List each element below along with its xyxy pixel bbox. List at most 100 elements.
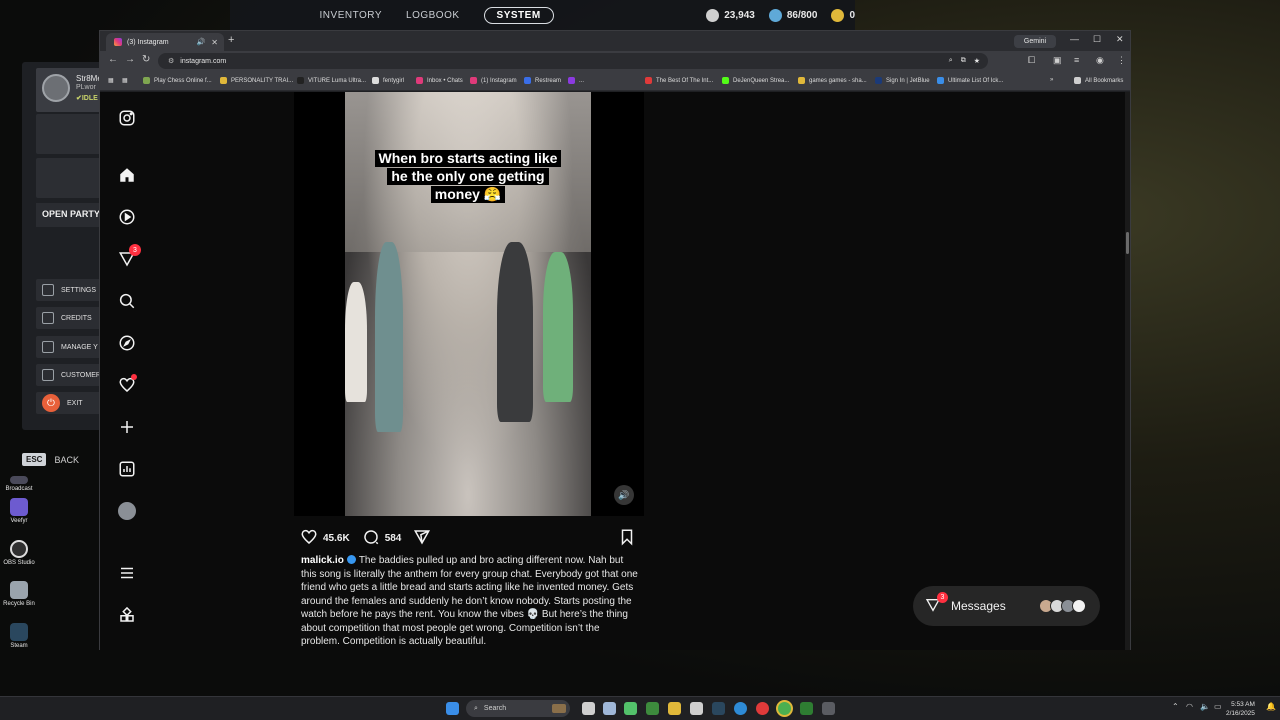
audio-icon[interactable]: 🔊 — [197, 38, 206, 46]
install-icon[interactable]: ⧉ — [961, 57, 966, 65]
bookmark-item[interactable]: DeJenQueen Strea... — [722, 77, 789, 84]
maximize-button[interactable]: ☐ — [1093, 34, 1101, 45]
bookmark-favicon — [143, 77, 150, 84]
edge-icon[interactable] — [734, 702, 747, 715]
apps-icon[interactable]: ▦ — [108, 77, 114, 84]
profile-avatar-icon[interactable] — [118, 502, 136, 520]
taskbar-search[interactable]: ⌕ Search — [466, 700, 570, 717]
app-icon[interactable] — [603, 702, 616, 715]
menu-slot[interactable] — [36, 114, 106, 154]
bookmark-item[interactable]: Ultimate List Of Ick... — [937, 77, 1003, 84]
desktop-icon-recycle-bin[interactable]: Recycle Bin — [2, 581, 36, 607]
menu-slot[interactable] — [36, 158, 106, 198]
desktop-icon-veefyr[interactable]: Veefyr — [2, 498, 36, 524]
reels-icon[interactable] — [118, 208, 136, 226]
chrome-icon[interactable] — [778, 702, 791, 715]
app-icon[interactable] — [822, 702, 835, 715]
messages-button[interactable]: 3 Messages — [913, 586, 1100, 626]
share-icon[interactable] — [413, 528, 431, 549]
credits-button[interactable]: CREDITS — [36, 307, 106, 329]
extensions-icon[interactable]: ⧠ — [1028, 55, 1035, 66]
bookmark-item[interactable]: The Best Of The Int... — [645, 77, 713, 84]
close-tab-icon[interactable]: ✕ — [211, 38, 218, 47]
close-window-button[interactable]: ✕ — [1116, 34, 1124, 45]
bookmark-item[interactable]: Play Chess Online f... — [143, 77, 212, 84]
app-icon[interactable] — [690, 702, 703, 715]
create-plus-icon[interactable] — [118, 418, 136, 436]
search-icon[interactable] — [118, 292, 136, 310]
back-arrow-icon[interactable]: ← — [108, 54, 118, 65]
tray-chevron-icon[interactable]: ⌃ — [1172, 702, 1179, 711]
insights-icon[interactable] — [118, 460, 136, 478]
tab-logbook[interactable]: LOGBOOK — [406, 10, 460, 21]
reel-video-player[interactable]: When bro starts acting like he the only … — [294, 92, 644, 516]
manage-button[interactable]: MANAGE Y — [36, 336, 106, 358]
bookmark-item[interactable]: ... — [568, 77, 584, 84]
menu-dots-icon[interactable]: ⋮ — [1117, 55, 1126, 66]
post-username[interactable]: malick.io — [301, 555, 344, 566]
profile-icon[interactable]: ◉ — [1096, 55, 1104, 66]
bookmark-star-icon[interactable]: ★ — [974, 57, 980, 65]
scrollbar-thumb[interactable] — [1126, 232, 1129, 254]
new-tab-button[interactable]: + — [228, 34, 234, 46]
bookmark-item[interactable]: Restream — [524, 77, 561, 84]
zoom-icon[interactable]: ⌕ — [949, 57, 953, 65]
wifi-icon[interactable]: ◠ — [1186, 702, 1193, 711]
excel-icon[interactable] — [800, 702, 813, 715]
save-bookmark-icon[interactable] — [618, 528, 636, 549]
customer-button[interactable]: CUSTOMER — [36, 364, 106, 386]
reel-video[interactable]: When bro starts acting like he the only … — [345, 92, 591, 516]
minimize-button[interactable]: — — [1070, 34, 1079, 44]
tab-inventory[interactable]: INVENTORY — [320, 10, 382, 21]
address-bar[interactable]: ⚙ instagram.com ⌕ ⧉ ★ — [158, 53, 988, 69]
volume-icon[interactable]: 🔊 — [614, 485, 634, 505]
file-explorer-icon[interactable] — [668, 702, 681, 715]
desktop-icon-steam[interactable]: Steam — [2, 623, 36, 649]
tab-system[interactable]: SYSTEM — [483, 6, 554, 24]
like-heart-icon[interactable] — [300, 528, 318, 549]
app-icon[interactable] — [756, 702, 769, 715]
explore-icon[interactable] — [118, 334, 136, 352]
sidepanel-icon[interactable]: ▣ — [1053, 55, 1062, 66]
bookmark-grid-icon[interactable]: ▦ — [122, 77, 128, 84]
desktop-icon-obs[interactable]: OBS Studio — [2, 540, 36, 566]
comment-icon[interactable] — [362, 528, 380, 549]
direct-messages-icon[interactable]: 3 — [118, 244, 141, 268]
bookmark-item[interactable]: fentygirl — [372, 77, 404, 84]
exit-button[interactable]: ⏻ EXIT — [36, 392, 106, 414]
forward-arrow-icon[interactable]: → — [125, 54, 135, 65]
more-menu-icon[interactable] — [118, 564, 136, 582]
browser-tab-instagram[interactable]: (3) Instagram 🔊 ✕ — [106, 33, 224, 51]
battery-icon[interactable]: ▭ — [1214, 702, 1222, 711]
bookmark-item[interactable]: PERSONALITY TRAI... — [220, 77, 293, 84]
site-info-icon[interactable]: ⚙ — [168, 57, 174, 65]
start-icon[interactable] — [446, 702, 459, 715]
back-button[interactable]: ESC BACK — [22, 453, 79, 466]
heart-icon[interactable] — [118, 374, 137, 394]
volume-icon[interactable]: 🔈 — [1200, 702, 1210, 711]
task-view-icon[interactable] — [582, 702, 595, 715]
bookmark-item[interactable]: games games - sha... — [798, 77, 867, 84]
desktop-icon-broadcast[interactable]: Broadcast — [2, 476, 36, 492]
bookmark-item[interactable]: (1) Instagram — [470, 77, 517, 84]
page-scrollbar[interactable] — [1125, 92, 1130, 650]
folder-icon — [220, 77, 227, 84]
reload-icon[interactable]: ↻ — [142, 54, 150, 65]
settings-button[interactable]: SETTINGS — [36, 279, 106, 301]
bookmark-item[interactable]: Inbox • Chats — [416, 77, 463, 84]
also-from-meta-icon[interactable] — [118, 606, 136, 624]
media-icon[interactable]: ≡ — [1074, 55, 1079, 65]
app-icon[interactable] — [624, 702, 637, 715]
bookmarks-overflow-icon[interactable]: » — [1050, 77, 1053, 83]
bookmark-item[interactable]: Sign In | JetBlue — [875, 77, 930, 84]
instagram-logo-icon[interactable] — [118, 109, 136, 127]
system-clock[interactable]: 5:53 AM 2/16/2025 — [1226, 700, 1255, 718]
notifications-icon[interactable]: 🔔 — [1266, 702, 1276, 711]
bookmark-item[interactable]: VITURE Luma Ultra... — [297, 77, 366, 84]
app-icon[interactable] — [646, 702, 659, 715]
open-party-button[interactable]: OPEN PARTY — [36, 203, 106, 227]
home-icon[interactable] — [118, 166, 136, 184]
gemini-button[interactable]: Gemini — [1014, 35, 1056, 48]
all-bookmarks[interactable]: All Bookmarks — [1074, 77, 1123, 84]
steam-icon[interactable] — [712, 702, 725, 715]
